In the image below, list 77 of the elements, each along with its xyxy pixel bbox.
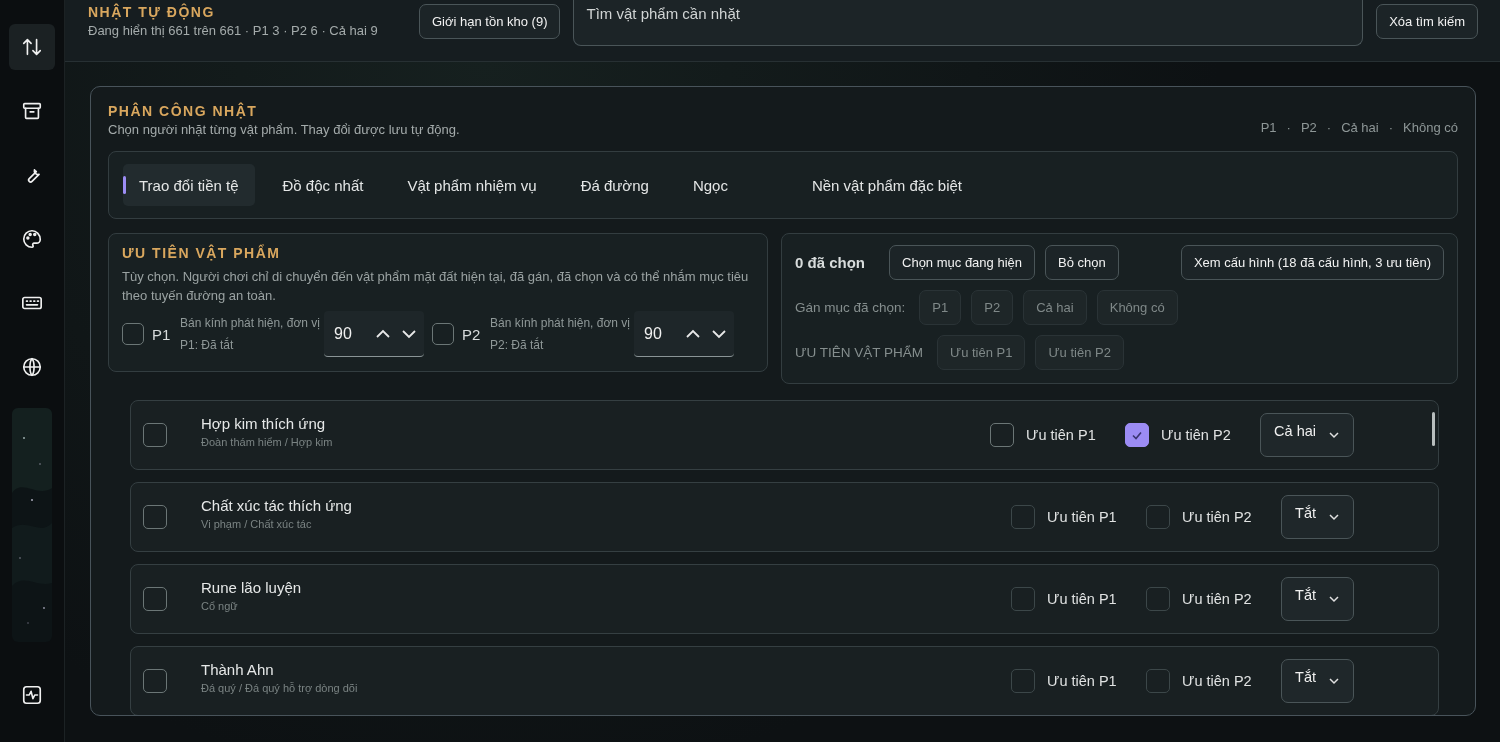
- category-tab[interactable]: Vật phẩm nhiệm vụ: [391, 164, 553, 206]
- row-checkbox[interactable]: [143, 423, 167, 447]
- legend-label: Cả hai: [1341, 120, 1379, 135]
- separator-dot: ·: [1388, 120, 1394, 135]
- number-field[interactable]: 90: [324, 311, 424, 357]
- priority-label: ƯU TIÊN VẬT PHẨM: [795, 345, 924, 360]
- player-label: P1: [152, 325, 172, 343]
- priority-checkbox[interactable]: [1011, 669, 1036, 693]
- category-tab[interactable]: Nền vật phẩm đặc biệt: [795, 164, 978, 206]
- item-name: Thành Ahn: [201, 660, 275, 678]
- category-tab[interactable]: Trao đổi tiền tệ: [123, 164, 255, 206]
- separator-dot: ·: [1326, 120, 1332, 135]
- checkbox-label: Ưu tiên P2: [1161, 427, 1231, 443]
- priority-checkbox[interactable]: [1146, 669, 1171, 693]
- legend-label: P2: [1300, 120, 1317, 135]
- panel-title: PHÂN CÔNG NHẬT: [108, 103, 259, 119]
- checkbox-label: Ưu tiên P2: [1182, 591, 1252, 607]
- chevron-down-icon: [1328, 675, 1340, 687]
- card-title: ƯU TIÊN VẬT PHẨM: [122, 245, 282, 261]
- item-name: Hợp kim thích ứng: [201, 414, 327, 432]
- stock-limit-button[interactable]: Giới hạn tồn kho (9): [419, 4, 561, 39]
- player-checkbox[interactable]: [122, 323, 144, 345]
- item-category: Vi phạm / Chất xúc tác: [201, 517, 313, 530]
- category-tab[interactable]: Đồ độc nhất: [266, 164, 380, 206]
- priority-checkbox[interactable]: [1146, 505, 1171, 529]
- assignment-dropdown[interactable]: Tắt: [1281, 659, 1354, 703]
- item-category: Đá quý / Đá quý hỗ trợ dòng dõi: [201, 681, 359, 694]
- field-label: Bán kính phát hiện, đơn vị: [180, 316, 321, 330]
- checkbox-label: Ưu tiên P2: [1182, 509, 1252, 525]
- chevron-down-icon: [1328, 429, 1340, 441]
- priority-checkbox[interactable]: [1125, 423, 1150, 447]
- category-tab[interactable]: Ngọc: [676, 164, 744, 206]
- checkbox-label: Ưu tiên P1: [1047, 673, 1117, 689]
- assignment-dropdown[interactable]: Tắt: [1281, 577, 1354, 621]
- player-checkbox[interactable]: [432, 323, 454, 345]
- row-checkbox[interactable]: [143, 669, 167, 693]
- selection-button[interactable]: Chọn mục đang hiện: [889, 245, 1035, 280]
- player-label: P2: [462, 325, 482, 343]
- clear-search-button[interactable]: Xóa tìm kiếm: [1376, 4, 1478, 39]
- category-tab[interactable]: Đá đường: [564, 164, 665, 206]
- check-icon: [1132, 431, 1142, 440]
- chevron-down-icon: [1328, 511, 1340, 523]
- status-text: P2: Đã tắt: [490, 338, 545, 352]
- assign-label: Gán mục đã chọn:: [795, 300, 906, 315]
- status-text: P1: Đã tắt: [180, 338, 235, 352]
- swap-icon[interactable]: [9, 24, 55, 70]
- selected-count: 0 đã chọn: [795, 254, 865, 271]
- number-field[interactable]: 90: [634, 311, 734, 357]
- result-summary: Đang hiển thị 661 trên 661 · P1 3 · P2 6 · Cả hai 9: [88, 23, 379, 38]
- legend-label: P1: [1260, 120, 1277, 135]
- row-checkbox[interactable]: [143, 505, 167, 529]
- priority-checkbox[interactable]: [1011, 505, 1036, 529]
- search-field[interactable]: Tìm vật phẩm cần nhặt: [573, 0, 1364, 46]
- field-label: Bán kính phát hiện, đơn vị: [490, 316, 631, 330]
- item-name: Chất xúc tác thích ứng: [201, 496, 353, 514]
- card-description: Tùy chọn. Người chơi chỉ di chuyển đến vật phẩm mặt đất hiện tại, đã gán, đã chọn và có thể nhắm mục tiêu theo tuyến đường an toàn.: [122, 268, 750, 305]
- priority-checkbox[interactable]: [990, 423, 1015, 447]
- checkbox-label: Ưu tiên P1: [1026, 427, 1096, 443]
- priority-checkbox[interactable]: [1146, 587, 1171, 611]
- checkbox-label: Ưu tiên P1: [1047, 509, 1117, 525]
- item-category: Đoàn thám hiểm / Hợp kim: [201, 435, 334, 448]
- checkbox-label: Ưu tiên P2: [1182, 673, 1252, 689]
- assignment-dropdown[interactable]: Tắt: [1281, 495, 1354, 539]
- selection-button[interactable]: Bỏ chọn: [1045, 245, 1119, 280]
- item-name: Rune lão luyện: [201, 578, 303, 596]
- view-config-button[interactable]: Xem cấu hình (18 đã cấu hình, 3 ưu tiên): [1180, 245, 1444, 280]
- panel-subtitle: Chọn người nhặt từng vật phẩm. Thay đổi được lưu tự động.: [108, 122, 460, 137]
- page-title: NHẬT TỰ ĐỘNG: [88, 4, 216, 20]
- row-checkbox[interactable]: [143, 587, 167, 611]
- separator-dot: ·: [1286, 120, 1291, 135]
- assignment-dropdown[interactable]: Cả hai: [1260, 413, 1354, 457]
- checkbox-label: Ưu tiên P1: [1047, 591, 1117, 607]
- item-category: Cổ ngữ: [201, 599, 239, 612]
- chevron-down-icon: [1328, 593, 1340, 605]
- legend-label: Không có: [1403, 120, 1458, 135]
- scrollbar-thumb[interactable]: [1432, 412, 1435, 446]
- priority-checkbox[interactable]: [1011, 587, 1036, 611]
